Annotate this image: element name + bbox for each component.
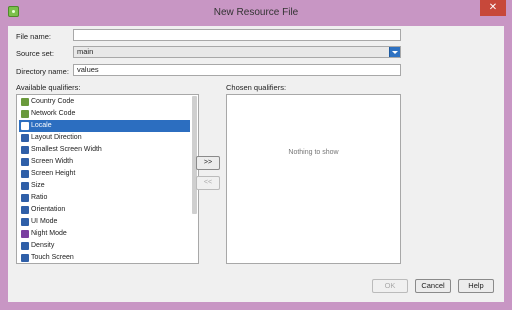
qualifier-item[interactable]: UI Mode — [19, 216, 190, 228]
qualifier-item[interactable]: Night Mode — [19, 228, 190, 240]
close-button[interactable]: ✕ — [480, 0, 506, 16]
qualifier-label: Country Code — [31, 98, 75, 105]
qualifier-label: Smallest Screen Width — [31, 146, 102, 153]
available-qualifiers-list[interactable]: Touch Screen Density Night Mode UI Mode Orie… — [16, 94, 199, 264]
directory-name-input[interactable]: values — [73, 64, 401, 76]
chosen-qualifiers-list[interactable]: Nothing to show — [226, 94, 401, 264]
globe-icon — [21, 98, 29, 106]
qualifier-item[interactable]: Orientation — [19, 204, 190, 216]
qualifier-label: Night Mode — [31, 230, 67, 237]
screen-width-icon — [21, 158, 29, 166]
density-icon — [21, 242, 29, 250]
qualifier-item[interactable]: Touch Screen — [19, 252, 190, 263]
night-mode-icon — [21, 230, 29, 238]
file-name-input[interactable] — [73, 29, 401, 41]
source-set-label: Source set: — [16, 49, 54, 58]
dialog-title: New Resource File — [213, 7, 299, 18]
qualifier-item[interactable]: Locale — [19, 120, 190, 132]
qualifier-label: Layout Direction — [31, 134, 82, 141]
qualifier-item[interactable]: Smallest Screen Width — [19, 144, 190, 156]
chosen-qualifiers-label: Chosen qualifiers: — [226, 83, 287, 92]
available-qualifiers-label: Available qualifiers: — [16, 83, 81, 92]
qualifier-item[interactable]: Network Code — [19, 108, 190, 120]
qualifier-label: Screen Width — [31, 158, 74, 165]
screen-height-icon — [21, 170, 29, 178]
locale-icon — [21, 122, 29, 130]
qualifier-item[interactable]: Layout Direction — [19, 132, 190, 144]
qualifier-label: UI Mode — [31, 218, 58, 225]
qualifier-label: Locale — [31, 122, 52, 129]
file-name-label: File name: — [16, 32, 52, 41]
source-set-value: main — [77, 47, 94, 56]
remove-qualifier-button[interactable]: << — [196, 176, 220, 190]
ratio-icon — [21, 194, 29, 202]
source-set-select[interactable]: main — [73, 46, 401, 58]
qualifier-label: Screen Height — [31, 170, 76, 177]
empty-list-text: Nothing to show — [288, 149, 339, 156]
ui-mode-icon — [21, 218, 29, 226]
directory-name-label: Directory name: — [16, 67, 69, 76]
ok-button[interactable]: OK — [372, 279, 408, 293]
list-scrollbar[interactable] — [192, 96, 197, 214]
qualifier-item[interactable]: Density — [19, 240, 190, 252]
qualifier-item[interactable]: Country Code — [19, 96, 190, 108]
chevron-down-icon[interactable] — [389, 47, 400, 57]
touch-screen-icon — [21, 254, 29, 262]
qualifier-item[interactable]: Screen Width — [19, 156, 190, 168]
qualifier-item[interactable]: Screen Height — [19, 168, 190, 180]
orientation-icon — [21, 206, 29, 214]
dialog-window: New Resource File ✕ File name: Source se… — [0, 0, 512, 310]
qualifier-label: Touch Screen — [31, 254, 74, 261]
qualifier-label: Network Code — [31, 110, 76, 117]
qualifier-label: Orientation — [31, 206, 66, 213]
cancel-button[interactable]: Cancel — [415, 279, 451, 293]
smallest-width-icon — [21, 146, 29, 154]
network-icon — [21, 110, 29, 118]
qualifier-label: Ratio — [31, 194, 48, 201]
layout-direction-icon — [21, 134, 29, 142]
help-button[interactable]: Help — [458, 279, 494, 293]
qualifier-label: Density — [31, 242, 55, 249]
qualifier-label: Size — [31, 182, 45, 189]
qualifier-item[interactable]: Ratio — [19, 192, 190, 204]
size-icon — [21, 182, 29, 190]
qualifier-item[interactable]: Size — [19, 180, 190, 192]
add-qualifier-button[interactable]: >> — [196, 156, 220, 170]
title-bar: New Resource File ✕ — [0, 0, 512, 26]
dialog-body: File name: Source set: main Directory na… — [8, 26, 504, 302]
